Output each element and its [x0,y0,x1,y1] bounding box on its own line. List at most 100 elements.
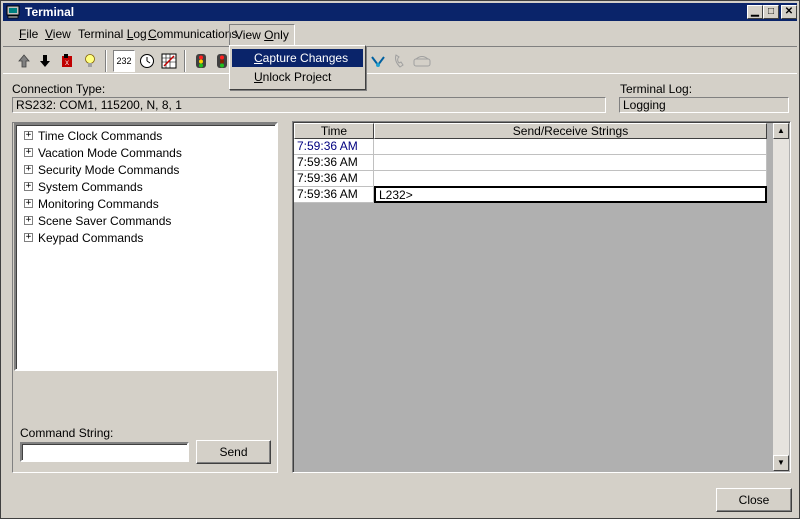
command-string-label: Command String: [20,426,114,440]
log-text-cell [374,171,767,187]
menu-terminal-log-pre: Terminal [78,27,127,41]
toolbar: X 232 [3,46,797,74]
terminal-log-label: Terminal Log: [620,82,693,96]
log-scrollbar[interactable]: ▲ ▼ [773,123,789,471]
tree-item-label: Monitoring Commands [38,196,159,211]
log-text-cell [374,155,767,171]
tree-item-label: Vacation Mode Commands [38,145,182,160]
tree-item-label: Scene Saver Commands [38,213,172,228]
connection-type-label: Connection Type: [12,82,106,96]
arrow-up-icon: ▲ [777,126,785,135]
grid-edit-icon [161,53,177,69]
capture-changes-hotkey: C [254,51,263,65]
expand-icon[interactable]: + [24,165,33,174]
expand-icon[interactable]: + [24,233,33,242]
title-bar[interactable]: Terminal ▁ □ ✕ [3,3,797,21]
minimize-button[interactable]: ▁ [747,5,763,19]
command-string-input[interactable] [20,442,189,462]
port-232-button[interactable]: 232 [113,50,135,72]
tree-item-time-clock[interactable]: + Time Clock Commands [24,127,162,144]
stop-transfer-icon: X [62,54,72,67]
tree-item-vacation-mode[interactable]: + Vacation Mode Commands [24,144,182,161]
tree-item-label: Time Clock Commands [38,128,163,143]
log-time-cell: 7:59:36 AM [294,187,374,203]
tools-button[interactable] [367,50,389,72]
stop-transfer-button[interactable]: X [56,50,78,72]
traffic-light-icon [196,54,206,68]
minimize-icon: ▁ [751,6,759,17]
close-window-button[interactable]: ✕ [781,5,797,19]
menu-item-unlock-project[interactable]: Unlock Project [232,68,363,86]
connection-type-value: RS232: COM1, 115200, N, 8, 1 [12,97,606,113]
menu-terminal-log-label: og [133,27,147,41]
menu-view[interactable]: View [43,27,73,43]
clock-button[interactable] [136,50,158,72]
menu-view-only-pre: View [235,28,265,42]
menu-view-label: iew [52,27,71,41]
expand-icon[interactable]: + [24,199,33,208]
upload-button[interactable] [13,50,35,72]
tree-item-security-mode[interactable]: + Security Mode Commands [24,161,179,178]
light-bulb-icon [85,54,95,67]
tree-item-label: Security Mode Commands [38,162,180,177]
send-button[interactable]: Send [196,440,271,464]
column-header-time[interactable]: Time [294,123,374,139]
unlock-project-hotkey: U [254,70,263,84]
expand-icon[interactable]: + [24,148,33,157]
window-title: Terminal [25,5,75,19]
traffic-light-button[interactable] [190,50,212,72]
expand-icon[interactable]: + [24,182,33,191]
maximize-button[interactable]: □ [763,5,779,19]
modem-icon [413,56,431,67]
modem-disabled-button[interactable] [411,50,433,72]
traffic-light-icon [217,54,227,68]
phone-icon [395,54,404,68]
menu-file[interactable]: File [17,27,40,43]
clock-icon [140,54,154,68]
port-232-label: 232 [116,56,132,66]
arrow-up-icon [18,54,30,68]
close-button[interactable]: Close [716,488,792,512]
log-grid: Time Send/Receive Strings 7:59:36 AM 7:5… [292,121,791,473]
menu-item-capture-changes[interactable]: Capture Changes [232,49,363,67]
toolbar-separator [184,50,186,72]
menu-file-label: ile [26,27,39,41]
log-time-cell: 7:59:36 AM [294,155,374,171]
tools-icon [371,56,385,67]
hint-button[interactable] [79,50,101,72]
tree-item-system[interactable]: + System Commands [24,178,143,195]
scroll-up-button[interactable]: ▲ [773,123,789,139]
view-only-dropdown: Capture Changes Unlock Project [229,45,366,90]
menu-view-only[interactable]: View Only [229,24,295,46]
menu-view-only-label: nly [273,28,289,42]
terminal-log-value: Logging [619,97,789,113]
phone-disabled-button[interactable] [389,50,411,72]
tree-item-scene-saver[interactable]: + Scene Saver Commands [24,212,171,229]
log-text-cell-focused[interactable]: L232> [374,186,767,203]
log-time-cell: 7:59:36 AM [294,171,374,187]
grid-edit-button[interactable] [158,50,180,72]
tree-item-monitoring[interactable]: + Monitoring Commands [24,195,159,212]
close-icon: ✕ [784,6,794,17]
command-tree[interactable]: + Time Clock Commands + Vacation Mode Comm… [14,123,277,371]
menu-terminal-log[interactable]: Terminal Log [76,27,149,43]
terminal-app-icon [6,5,20,19]
column-header-strings[interactable]: Send/Receive Strings [374,123,767,139]
maximize-icon: □ [767,6,775,17]
arrow-down-icon [40,55,50,67]
menu-communications-label: ommunications [156,27,238,41]
scroll-down-button[interactable]: ▼ [773,455,789,471]
menu-communications[interactable]: Communications [146,27,239,43]
svg-text:X: X [65,61,69,67]
expand-icon[interactable]: + [24,131,33,140]
terminal-window: Terminal ▁ □ ✕ File View Terminal Log Co… [0,0,800,519]
expand-icon[interactable]: + [24,216,33,225]
tree-item-label: System Commands [38,179,143,194]
arrow-down-icon: ▼ [777,458,785,467]
capture-changes-label: apture Changes [262,51,349,65]
unlock-project-label: nlock Project [262,70,332,84]
download-button[interactable] [34,50,56,72]
tree-item-label: Keypad Commands [38,230,144,245]
tree-item-keypad[interactable]: + Keypad Commands [24,229,143,246]
menu-bar: File View Terminal Log Communications Vi… [3,23,797,46]
